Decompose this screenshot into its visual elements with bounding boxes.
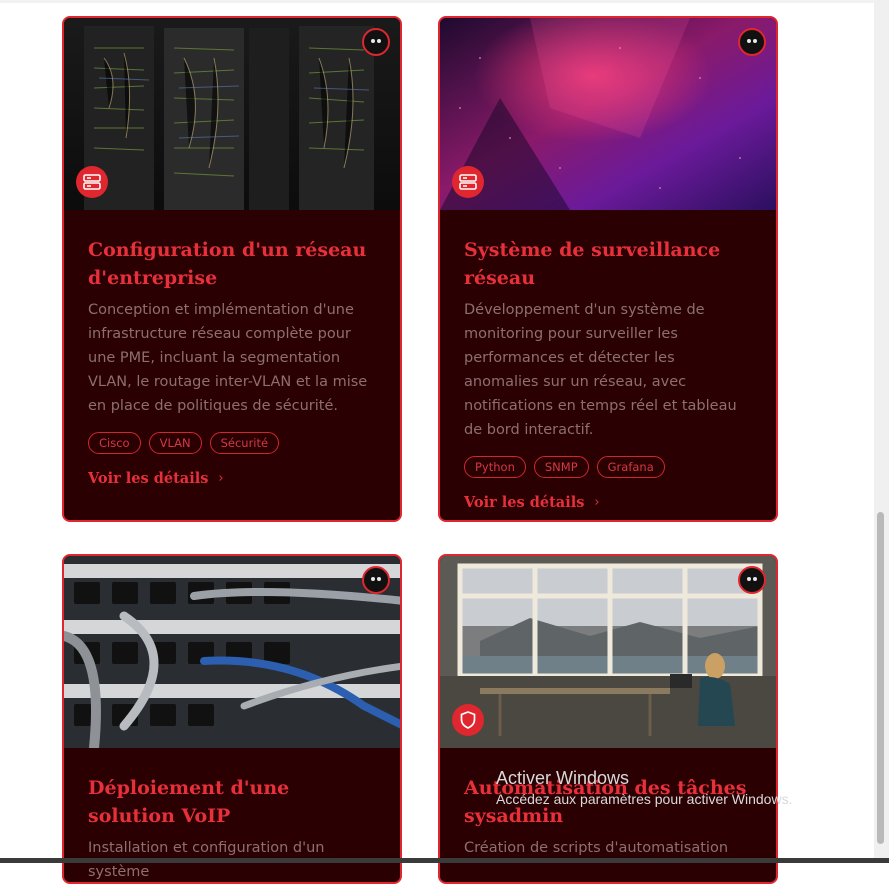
project-card[interactable]: Configuration d'un réseau d'entreprise C…: [62, 16, 402, 522]
project-image-network-switch: [64, 556, 400, 748]
avatar-face-icon: [362, 566, 390, 594]
tag: Grafana: [596, 456, 665, 478]
tag: Python: [464, 456, 526, 478]
tag: SNMP: [533, 456, 589, 478]
watermark-subtitle: Accédez aux paramètres pour activer Wind…: [496, 791, 793, 807]
view-details-label: Voir les détails: [464, 494, 585, 511]
taskbar-edge: [0, 858, 889, 863]
project-title: Configuration d'un réseau d'entreprise: [88, 239, 367, 289]
project-description: Conception et implémentation d'une infra…: [88, 302, 368, 414]
server-icon: [76, 166, 108, 198]
project-image-server-racks: [64, 18, 400, 210]
chevron-right-icon: ›: [594, 495, 600, 510]
scrollbar-thumb[interactable]: [877, 512, 884, 844]
tag: VLAN: [148, 432, 202, 454]
tag-list: Python SNMP Grafana: [464, 456, 752, 478]
project-image-abstract-purple: [440, 18, 776, 210]
project-card[interactable]: Système de surveillance réseau Développe…: [438, 16, 778, 522]
tag: Cisco: [88, 432, 141, 454]
page-top-edge: [0, 0, 874, 3]
windows-activation-watermark: Activer Windows Accédez aux paramètres p…: [496, 768, 792, 807]
avatar-face-icon: [738, 566, 766, 594]
view-details-label: Voir les détails: [88, 470, 209, 487]
project-card[interactable]: Déploiement d'une solution VoIP Installa…: [62, 554, 402, 884]
avatar-face-icon: [362, 28, 390, 56]
tag: Sécurité: [209, 432, 280, 454]
project-image-office-window: [440, 556, 776, 748]
view-details-link[interactable]: Voir les détails ›: [464, 494, 752, 511]
shield-icon: [452, 704, 484, 736]
project-description: Développement d'un système de monitoring…: [464, 302, 737, 438]
view-details-link[interactable]: Voir les détails ›: [88, 470, 376, 487]
project-description: Création de scripts d'automatisation: [464, 840, 729, 856]
project-card[interactable]: Automatisation des tâches sysadmin Créat…: [438, 554, 778, 884]
project-title: Système de surveillance réseau: [464, 239, 721, 289]
avatar-face-icon: [738, 28, 766, 56]
chevron-right-icon: ›: [218, 471, 224, 486]
project-title: Déploiement d'une solution VoIP: [88, 777, 290, 827]
tag-list: Cisco VLAN Sécurité: [88, 432, 376, 454]
server-icon: [452, 166, 484, 198]
watermark-title: Activer Windows: [496, 768, 630, 788]
